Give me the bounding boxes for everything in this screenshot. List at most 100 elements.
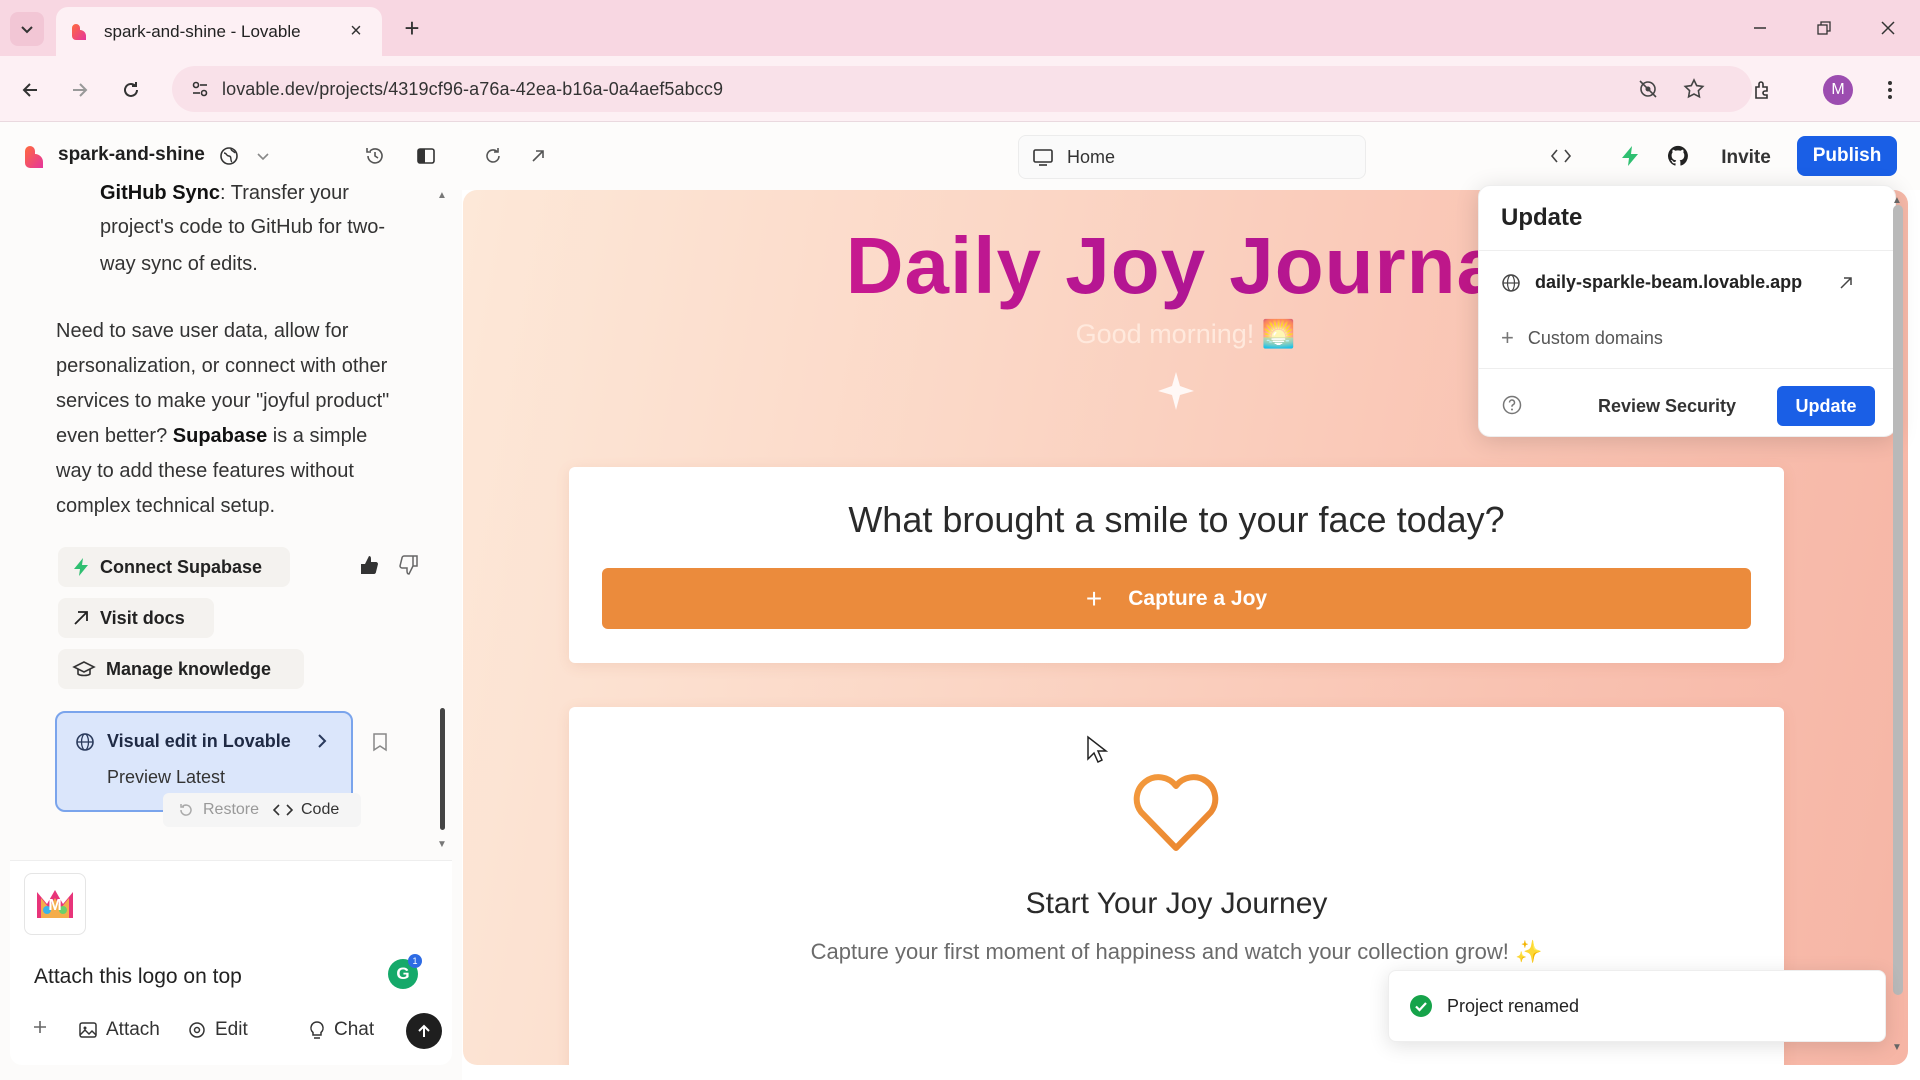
browser-tabstrip: spark-and-shine - Lovable × + [0, 0, 1920, 56]
thumbs-down-icon[interactable] [394, 550, 424, 580]
route-selector[interactable]: Home [1018, 135, 1366, 179]
capture-joy-label: Capture a Joy [1128, 586, 1268, 610]
browser-toolbar: lovable.dev/projects/4319cf96-a76a-42ea-… [0, 56, 1920, 122]
send-button[interactable] [406, 1013, 442, 1049]
browser-menu-icon[interactable] [1872, 72, 1908, 108]
arrow-up-icon [418, 1024, 430, 1037]
version-subtitle: Preview Latest [107, 767, 226, 787]
code-button[interactable]: Code [273, 801, 339, 819]
empty-state-title: Start Your Joy Journey [1025, 887, 1328, 920]
supabase-bolt-icon[interactable] [1615, 141, 1645, 171]
arrow-up-right-icon [72, 609, 90, 627]
update-popover: Update daily-sparkle-beam.lovable.app + … [1478, 185, 1897, 437]
tab-close-icon[interactable]: × [344, 20, 368, 44]
version-actions: Restore Code [163, 793, 361, 827]
visit-docs-button[interactable]: Visit docs [58, 598, 214, 638]
close-window-icon[interactable] [1868, 10, 1908, 46]
address-bar[interactable]: lovable.dev/projects/4319cf96-a76a-42ea-… [172, 66, 1752, 112]
edit-label: Edit [215, 1019, 248, 1040]
chat-panel: GitHub Sync: Transfer your project's cod… [0, 182, 462, 1080]
attached-logo-thumbnail[interactable]: M [24, 873, 86, 935]
bookmark-star-icon[interactable] [1679, 74, 1709, 104]
add-context-button[interactable] [32, 1019, 48, 1035]
reload-icon[interactable] [113, 72, 149, 108]
preview-scrollbar[interactable] [1893, 205, 1903, 995]
visit-docs-label: Visit docs [100, 607, 185, 628]
chat-paragraph-line: even better? Supabase is a simple [56, 419, 367, 454]
sparkle-icon [1158, 372, 1194, 410]
site-settings-icon[interactable] [178, 66, 222, 112]
popover-title: Update [1501, 204, 1583, 231]
history-icon[interactable] [360, 141, 390, 171]
minimize-window-icon[interactable] [1740, 10, 1780, 46]
github-icon[interactable] [1663, 141, 1693, 171]
publish-button[interactable]: Publish [1797, 136, 1897, 176]
review-security-button[interactable]: Review Security [1585, 386, 1749, 426]
external-link-icon[interactable] [1837, 274, 1855, 297]
chat-github-line: GitHub Sync: Transfer your [100, 176, 349, 204]
chat-mode-button[interactable]: Chat [308, 1019, 374, 1041]
manage-knowledge-button[interactable]: Manage knowledge [58, 649, 304, 689]
chat-paragraph-line: Need to save user data, allow for [56, 320, 349, 342]
monitor-icon [1033, 149, 1053, 166]
chat-label: Chat [334, 1019, 375, 1040]
edit-button[interactable]: Edit [187, 1019, 248, 1041]
restore-button[interactable]: Restore [163, 801, 273, 819]
extensions-icon[interactable] [1745, 72, 1781, 108]
custom-domains-button[interactable]: + Custom domains [1501, 325, 1663, 351]
custom-domains-label: Custom domains [1527, 327, 1663, 348]
profile-avatar[interactable]: M [1823, 75, 1853, 105]
lovable-favicon-icon [72, 23, 86, 40]
connect-supabase-label: Connect Supabase [100, 556, 263, 577]
code-label: Code [301, 801, 340, 818]
forward-icon[interactable] [62, 72, 98, 108]
published-domain-link[interactable]: daily-sparkle-beam.lovable.app [1501, 272, 1802, 293]
prompt-input[interactable]: Attach this logo on top [34, 965, 242, 989]
new-tab-button[interactable]: + [396, 12, 428, 44]
invite-button[interactable]: Invite [1706, 138, 1786, 178]
check-circle-icon [1410, 995, 1432, 1017]
public-globe-icon[interactable] [214, 141, 244, 171]
chat-scroll-down-icon[interactable]: ▼ [437, 839, 447, 850]
chat-scrollbar[interactable] [440, 708, 445, 830]
tab-title: spark-and-shine - Lovable [104, 21, 301, 41]
browser-tab-active[interactable]: spark-and-shine - Lovable × [56, 7, 382, 56]
capture-joy-button[interactable]: + Capture a Joy [602, 568, 1751, 629]
manage-knowledge-label: Manage knowledge [106, 658, 272, 679]
toggle-sidebar-icon[interactable] [411, 141, 441, 171]
heart-icon [1133, 774, 1219, 851]
update-button[interactable]: Update [1777, 386, 1875, 426]
grammarly-badge: 1 [408, 954, 422, 968]
chat-paragraph-line: way to add these features without [56, 460, 354, 482]
attach-button[interactable]: Attach [78, 1019, 160, 1041]
chat-scroll-up-icon[interactable]: ▲ [437, 190, 447, 201]
help-circle-icon[interactable] [1501, 394, 1523, 421]
tracking-protection-icon[interactable] [1633, 74, 1663, 104]
plus-icon: + [1501, 325, 1514, 350]
preview-scroll-down-icon[interactable]: ▼ [1892, 1042, 1902, 1053]
chat-paragraph-line: personalization, or connect with other [56, 355, 388, 377]
address-url: lovable.dev/projects/4319cf96-a76a-42ea-… [222, 78, 724, 99]
refresh-preview-icon[interactable] [478, 141, 508, 171]
code-view-icon[interactable] [1546, 141, 1576, 171]
open-in-new-tab-icon[interactable] [523, 141, 553, 171]
thumbs-up-icon[interactable] [354, 550, 384, 580]
attach-label: Attach [106, 1019, 160, 1040]
graduation-cap-icon [72, 659, 96, 679]
chat-paragraph-part: is a simple [267, 425, 368, 447]
tab-search-button[interactable] [10, 12, 44, 46]
connect-supabase-button[interactable]: Connect Supabase [58, 547, 290, 587]
project-name[interactable]: spark-and-shine [58, 144, 205, 166]
route-label: Home [1067, 146, 1116, 167]
restore-window-icon[interactable] [1804, 10, 1844, 46]
chevron-down-icon [21, 26, 33, 34]
lovable-logo-icon[interactable] [22, 144, 48, 170]
mouse-cursor-icon [1087, 735, 1108, 764]
back-icon[interactable] [12, 72, 48, 108]
bookmark-icon[interactable] [372, 732, 388, 757]
github-line-1: : Transfer your [220, 182, 349, 204]
supabase-bold: Supabase [172, 425, 268, 447]
globe-icon [1501, 273, 1521, 293]
project-menu-chevron-icon[interactable] [248, 141, 278, 171]
popover-divider [1479, 368, 1897, 369]
